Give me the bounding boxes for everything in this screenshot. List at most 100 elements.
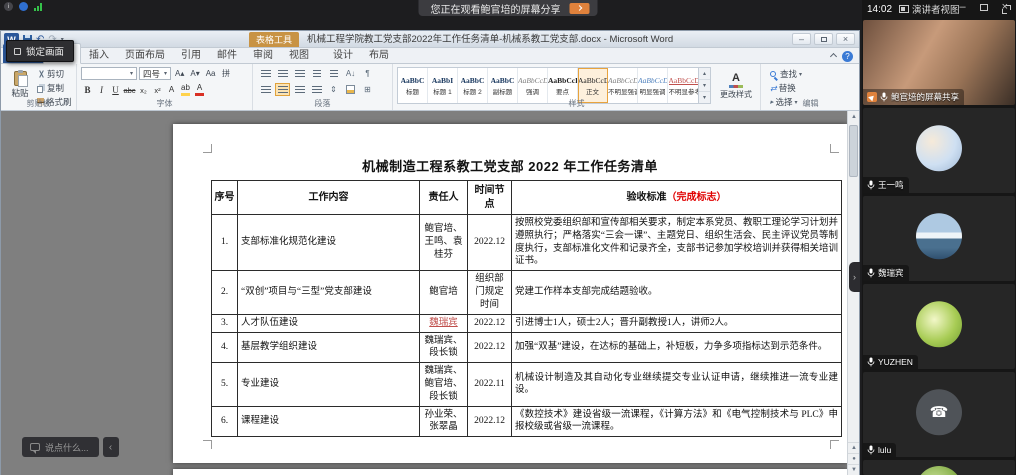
borders-button[interactable]: ⊞	[360, 83, 375, 96]
margin-mark	[203, 440, 212, 449]
italic-button[interactable]: I	[95, 83, 108, 97]
grow-font-button[interactable]: A▴	[173, 67, 186, 80]
highlight-color-button[interactable]: ab	[179, 83, 192, 97]
help-icon[interactable]: ?	[842, 51, 853, 62]
participant-tile[interactable]	[863, 460, 1015, 475]
sidebar-collapse-handle[interactable]: ›	[849, 262, 860, 292]
font-color-button[interactable]: A	[193, 83, 206, 97]
bold-button[interactable]: B	[81, 83, 94, 97]
speaker-view-button[interactable]: 演讲者视图	[899, 2, 960, 16]
participant-tile[interactable]: 王一鸣	[863, 108, 1015, 193]
search-icon	[770, 71, 776, 77]
tab-references[interactable]: 引用	[173, 44, 209, 63]
vertical-scrollbar[interactable]: ▲ ▲ ● ▼	[847, 111, 859, 475]
font-size-combobox[interactable]: 四号▾	[139, 67, 171, 80]
table-row: 1. 支部标准化规范化建设 鲍官培、王鸣、袁桂芬 2022.12 按照校党委组织…	[212, 215, 842, 271]
word-minimize-button[interactable]: –	[792, 33, 811, 45]
shading-button[interactable]	[343, 83, 358, 96]
clipboard-group-label: 剪贴板	[1, 98, 76, 109]
tab-table-layout[interactable]: 布局	[361, 44, 397, 63]
notice-action-button[interactable]	[570, 3, 590, 14]
ribbon-tab-bar: 文件 开始 插入 页面布局 引用 邮件 审阅 视图 设计 布局 ?	[1, 48, 859, 64]
avatar	[916, 466, 962, 475]
participant-name: YUZHEN	[878, 357, 913, 367]
line-spacing-button[interactable]: ⇕	[326, 83, 341, 96]
table-row: 6. 课程建设 孙业荣、张翠晶 2022.12 《数控技术》建设省级一流课程，《…	[212, 406, 842, 437]
tab-page-layout[interactable]: 页面布局	[117, 44, 173, 63]
clipboard-group: 粘贴 剪切 复制 格式刷 剪贴板	[1, 64, 77, 110]
text-effects-button[interactable]: A	[165, 83, 178, 97]
table-row: 2. “双创”项目与“三型”党支部建设 鲍官培 组织部门规定时间 党建工作样本支…	[212, 271, 842, 314]
close-button[interactable]: ×	[1002, 1, 1008, 13]
participant-tile-presenter[interactable]: 鲍官培的屏幕共享	[863, 20, 1015, 105]
underline-button[interactable]: U	[109, 83, 122, 97]
numbered-list-button[interactable]	[275, 67, 290, 80]
word-close-button[interactable]: ×	[836, 33, 855, 45]
margin-mark	[830, 144, 839, 153]
cut-button[interactable]: 剪切	[37, 68, 72, 80]
gallery-down-icon[interactable]: ▾	[699, 80, 710, 92]
chat-collapse-button[interactable]: ‹	[103, 437, 119, 457]
info-icon[interactable]: i	[4, 2, 13, 11]
increase-indent-button[interactable]	[326, 67, 341, 80]
superscript-button[interactable]: x²	[151, 83, 164, 97]
find-button[interactable]: 查找▾	[770, 68, 802, 80]
font-name-combobox[interactable]: ▾	[81, 67, 137, 80]
select-browse-object-icon[interactable]: ●	[848, 453, 859, 464]
scrollbar-thumb[interactable]	[849, 125, 858, 177]
network-signal-icon	[34, 2, 42, 11]
maximize-button[interactable]	[980, 4, 988, 11]
gallery-up-icon[interactable]: ▴	[699, 68, 710, 80]
chat-input[interactable]: 说点什么...	[22, 437, 99, 457]
screen-share-notice-text: 您正在观看鲍官培的屏幕分享	[431, 1, 561, 16]
document-canvas[interactable]: 机械制造工程系教工党支部 2022 年工作任务清单 序号 工作内容 责任人 时间…	[1, 111, 859, 475]
minimize-ribbon-icon[interactable]	[830, 53, 837, 60]
shrink-font-button[interactable]: A▾	[188, 67, 201, 80]
justify-button[interactable]	[309, 83, 324, 96]
multilevel-list-button[interactable]	[292, 67, 307, 80]
replace-button[interactable]: ⇄替换	[770, 82, 802, 94]
minimize-button[interactable]: –	[959, 1, 965, 13]
chat-bubble-icon	[30, 443, 40, 451]
strikethrough-button[interactable]: abc	[123, 83, 136, 97]
align-left-button[interactable]	[258, 83, 273, 96]
styles-group: AaBbC标题 AaBbI标题 1 AaBbC标题 2 AaBbC副标题 AaB…	[393, 64, 761, 110]
font-group: ▾ 四号▾ A▴ A▾ Aa 拼 B I U abc x₂ x² A ab A	[77, 64, 253, 110]
align-center-button[interactable]	[275, 83, 290, 96]
participant-tile[interactable]: ☎ lulu	[863, 372, 1015, 457]
ribbon: 粘贴 剪切 复制 格式刷 剪贴板 ▾ 四号▾ A▴ A▾ Aa 拼	[1, 64, 859, 111]
show-marks-button[interactable]: ¶	[360, 67, 375, 80]
scroll-up-icon[interactable]: ▲	[848, 111, 859, 123]
copy-button[interactable]: 复制	[37, 82, 72, 94]
highlight-color-icon	[181, 93, 190, 96]
bullet-list-button[interactable]	[258, 67, 273, 80]
decrease-indent-button[interactable]	[309, 67, 324, 80]
tab-review[interactable]: 审阅	[245, 44, 281, 63]
change-styles-colorbar-icon	[729, 85, 743, 88]
font-group-label: 字体	[77, 98, 252, 109]
chat-placeholder: 说点什么...	[45, 441, 89, 454]
subscript-button[interactable]: x₂	[137, 83, 150, 97]
next-page-icon[interactable]: ▼	[848, 464, 859, 475]
tab-mailings[interactable]: 邮件	[209, 44, 245, 63]
expand-arrow-icon	[577, 5, 583, 11]
word-maximize-button[interactable]	[814, 33, 833, 45]
avatar	[916, 125, 962, 171]
layout-view-icon	[899, 5, 909, 13]
col-header-criteria: 验收标准（完成标志）	[512, 181, 842, 215]
tab-insert[interactable]: 插入	[81, 44, 117, 63]
align-right-button[interactable]	[292, 83, 307, 96]
previous-page-icon[interactable]: ▲	[848, 442, 859, 453]
participants-sidebar: 14:02 演讲者视图 鲍官培的屏幕共享 王一鸣	[862, 0, 1016, 475]
tab-view[interactable]: 视图	[281, 44, 317, 63]
col-header-no: 序号	[212, 181, 238, 215]
clear-formatting-button[interactable]: 拼	[220, 67, 233, 80]
table-header-row: 序号 工作内容 责任人 时间节点 验收标准（完成标志）	[212, 181, 842, 215]
document-page[interactable]: 机械制造工程系教工党支部 2022 年工作任务清单 序号 工作内容 责任人 时间…	[173, 124, 847, 463]
change-case-button[interactable]: Aa	[204, 67, 218, 80]
sort-button[interactable]: A↓	[343, 67, 358, 80]
participant-tile[interactable]: YUZHEN	[863, 284, 1015, 369]
camera-icon[interactable]	[19, 2, 28, 11]
participant-tile[interactable]: 魏瑞宾	[863, 196, 1015, 281]
tab-table-design[interactable]: 设计	[325, 44, 361, 63]
